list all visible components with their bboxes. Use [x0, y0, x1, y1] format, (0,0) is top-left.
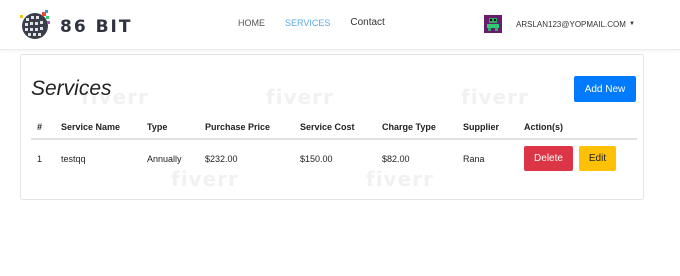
- col-header-purchase-price: Purchase Price: [199, 115, 294, 140]
- col-header-number: #: [31, 115, 55, 140]
- col-header-supplier: Supplier: [457, 115, 518, 140]
- cell-charge-type: $82.00: [376, 138, 457, 177]
- caret-down-icon[interactable]: ▼: [629, 21, 635, 27]
- main-nav: HOME SERVICES Contact: [238, 17, 385, 28]
- brand-name: 86 BIT: [60, 17, 133, 37]
- top-navbar: 86 BIT HOME SERVICES Contact ARSLAN123@Y…: [0, 0, 680, 50]
- globe-grid-icon: [20, 10, 50, 39]
- user-menu[interactable]: ARSLAN123@YOPMAIL.COM ▼: [484, 15, 635, 33]
- add-new-button[interactable]: Add New: [574, 76, 636, 102]
- col-header-charge-type: Charge Type: [376, 115, 457, 140]
- col-header-actions: Action(s): [518, 115, 637, 140]
- cell-number: 1: [31, 138, 55, 177]
- watermark: fiverr: [266, 85, 334, 109]
- page-title: Services: [31, 77, 112, 100]
- user-email: ARSLAN123@YOPMAIL.COM: [516, 19, 626, 29]
- services-table: # Service Name Type Purchase Price Servi…: [31, 115, 637, 177]
- edit-button[interactable]: Edit: [579, 146, 616, 171]
- nav-contact[interactable]: Contact: [350, 17, 384, 28]
- col-header-type: Type: [141, 115, 199, 140]
- cell-type: Annually: [141, 138, 199, 177]
- cell-service-cost: $150.00: [294, 138, 376, 177]
- table-row: 1 testqq Annually $232.00 $150.00 $82.00…: [31, 138, 637, 177]
- delete-button[interactable]: Delete: [524, 146, 573, 171]
- services-card: fiverr fiverr fiverr fiverr fiverr Servi…: [20, 54, 644, 200]
- nav-services[interactable]: SERVICES: [285, 18, 330, 28]
- brand[interactable]: 86 BIT: [18, 9, 132, 43]
- cell-service-name: testqq: [55, 138, 141, 177]
- cell-supplier: Rana: [457, 138, 518, 177]
- watermark: fiverr: [461, 85, 529, 109]
- cell-purchase-price: $232.00: [199, 138, 294, 177]
- col-header-service-name: Service Name: [55, 115, 141, 140]
- col-header-service-cost: Service Cost: [294, 115, 376, 140]
- nav-home[interactable]: HOME: [238, 18, 265, 28]
- pixel-avatar-icon: [484, 15, 502, 33]
- cell-actions: Delete Edit: [518, 138, 637, 177]
- table-header-row: # Service Name Type Purchase Price Servi…: [31, 115, 637, 140]
